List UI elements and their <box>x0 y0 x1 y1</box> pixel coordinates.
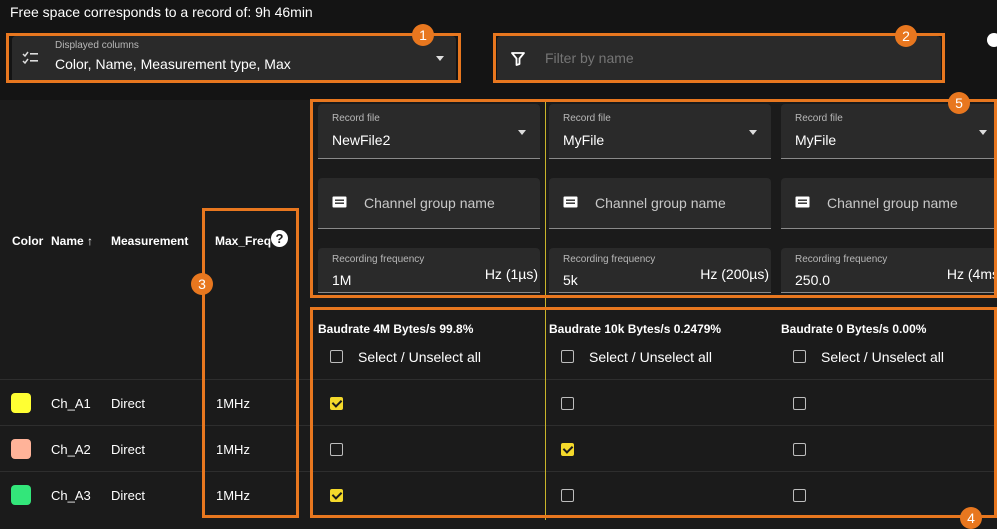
header-measurement[interactable]: Measurement <box>111 234 188 248</box>
highlight-4 <box>310 307 997 518</box>
highlight-1 <box>6 33 461 83</box>
free-space-text: Free space corresponds to a record of: 9… <box>10 4 313 20</box>
cell-measurement: Direct <box>111 488 145 503</box>
cell-name: Ch_A3 <box>51 488 91 503</box>
badge-2: 2 <box>895 25 917 47</box>
header-color[interactable]: Color <box>12 234 43 248</box>
help-icon[interactable] <box>987 33 997 47</box>
cell-name: Ch_A1 <box>51 396 91 411</box>
cell-measurement: Direct <box>111 396 145 411</box>
cell-name: Ch_A2 <box>51 442 91 457</box>
badge-4: 4 <box>960 507 982 529</box>
highlight-5 <box>310 99 997 298</box>
highlight-2 <box>493 33 945 83</box>
highlight-3 <box>202 208 299 518</box>
badge-3: 3 <box>191 273 213 295</box>
cell-measurement: Direct <box>111 442 145 457</box>
color-swatch[interactable] <box>11 393 31 413</box>
header-name[interactable]: Name ↑ <box>51 234 93 248</box>
badge-5: 5 <box>948 92 970 114</box>
color-swatch[interactable] <box>11 485 31 505</box>
color-swatch[interactable] <box>11 439 31 459</box>
badge-1: 1 <box>412 24 434 46</box>
